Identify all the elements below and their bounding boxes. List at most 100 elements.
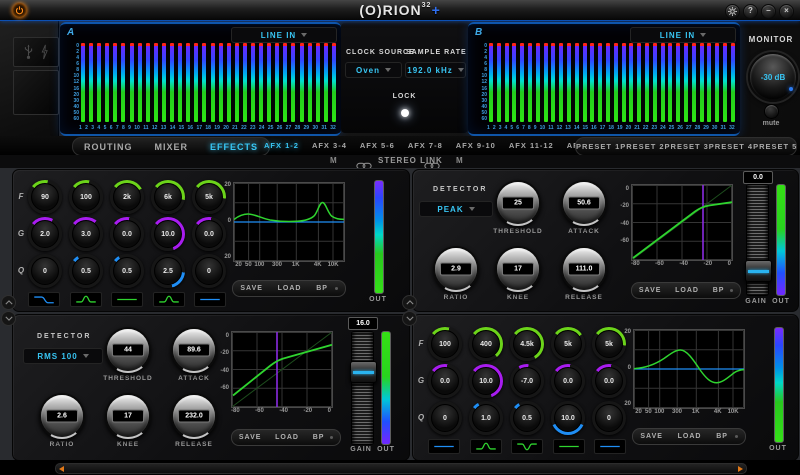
eq-knob[interactable]: 10.0: [551, 401, 585, 435]
filter-shape-lowpass-icon[interactable]: [28, 292, 60, 307]
eq-knob[interactable]: 10.0: [151, 217, 185, 251]
help-button[interactable]: ?: [743, 4, 758, 19]
eq-knob[interactable]: 0: [428, 401, 462, 435]
scroll-left-arrow-icon[interactable]: [59, 466, 64, 472]
power-button[interactable]: [12, 3, 27, 18]
gain-fader[interactable]: [745, 184, 772, 296]
filter-shape-flat-icon[interactable]: [194, 292, 226, 307]
eq-knob[interactable]: 0: [28, 254, 62, 288]
tab-afx-9-10[interactable]: AFX 9-10: [456, 141, 496, 150]
tab-preset-5[interactable]: PRESET 5: [753, 142, 797, 151]
settings-button[interactable]: [725, 4, 740, 19]
knee-knob[interactable]: 17 KNEE: [483, 246, 553, 301]
load-button[interactable]: LOAD: [278, 285, 302, 292]
load-button[interactable]: LOAD: [275, 434, 299, 441]
bypass-button[interactable]: BP: [316, 285, 328, 292]
chevron-down-icon: [301, 33, 308, 37]
tab-routing[interactable]: ROUTING: [84, 142, 133, 152]
eq-knob[interactable]: 100: [69, 180, 103, 214]
bypass-button[interactable]: BP: [713, 287, 725, 294]
eq-knob[interactable]: 2k: [110, 180, 144, 214]
tab-preset-4[interactable]: PRESET 4: [709, 142, 753, 151]
collapse-panel-button[interactable]: [402, 295, 417, 310]
horizontal-scrollbar[interactable]: [55, 463, 747, 474]
meter-a-input-select[interactable]: LINE IN: [231, 27, 337, 43]
detector-select[interactable]: RMS 100: [23, 348, 103, 364]
scroll-right-arrow-icon[interactable]: [738, 466, 743, 472]
eq-knob[interactable]: 1.0: [469, 401, 503, 435]
save-button[interactable]: SAVE: [640, 433, 663, 440]
eq-knob[interactable]: 3.0: [69, 217, 103, 251]
tab-afx-5-6[interactable]: AFX 5-6: [360, 141, 395, 150]
save-button[interactable]: SAVE: [240, 285, 263, 292]
release-knob[interactable]: 232.0 RELEASE: [159, 393, 229, 448]
tab-mixer[interactable]: MIXER: [154, 142, 188, 152]
tab-preset-1[interactable]: PRESET 1: [576, 142, 620, 151]
tab-afx-1-2[interactable]: AFX 1-2: [264, 141, 299, 150]
save-button[interactable]: SAVE: [639, 287, 662, 294]
bypass-button[interactable]: BP: [716, 433, 728, 440]
eq-knob[interactable]: 2.5: [151, 254, 185, 288]
load-button[interactable]: LOAD: [678, 433, 702, 440]
threshold-knob[interactable]: 44 THRESHOLD: [93, 327, 163, 382]
eq-knob[interactable]: 10.0: [469, 364, 503, 398]
filter-shape-bell-icon[interactable]: [69, 292, 102, 307]
clock-source-select[interactable]: Oven: [345, 62, 402, 78]
monitor-volume-knob[interactable]: -30 dB: [748, 52, 798, 102]
threshold-knob[interactable]: 25 THRESHOLD: [483, 180, 553, 235]
bypass-led: [330, 436, 334, 439]
gain-fader-handle[interactable]: [745, 259, 772, 282]
mute-button[interactable]: [764, 104, 779, 119]
eq-response-graph: [233, 182, 345, 262]
tab-afx-7-8[interactable]: AFX 7-8: [408, 141, 443, 150]
ratio-knob[interactable]: 2.9 RATIO: [421, 246, 491, 301]
filter-shape-flat-icon[interactable]: [552, 439, 585, 454]
eq-knob[interactable]: 0.5: [69, 254, 103, 288]
meter-bar: [644, 43, 649, 122]
eq-knob[interactable]: 0.0: [110, 217, 144, 251]
filter-shape-flat-icon[interactable]: [111, 292, 143, 307]
eq-knob[interactable]: 6k: [151, 180, 185, 214]
ratio-knob[interactable]: 2.6 RATIO: [27, 393, 97, 448]
sample-rate-select[interactable]: 192.0 kHz: [405, 62, 466, 78]
tab-effects[interactable]: EFFECTS: [210, 142, 258, 152]
detector-select[interactable]: PEAK: [419, 201, 493, 217]
expand-panel-button[interactable]: [402, 311, 417, 326]
eq-knob[interactable]: 0.5: [110, 254, 144, 288]
mute-channel-a-button[interactable]: M: [330, 156, 337, 165]
gain-fader-handle[interactable]: [350, 361, 377, 384]
expand-panel-button[interactable]: [1, 311, 16, 326]
tab-preset-2[interactable]: PRESET 2: [620, 142, 664, 151]
eq-row-label-frequency: F: [18, 192, 24, 201]
tab-preset-3[interactable]: PRESET 3: [665, 142, 709, 151]
eq-knob[interactable]: 5k: [551, 327, 585, 361]
eq-knob[interactable]: 0.0: [428, 364, 462, 398]
knee-knob[interactable]: 17 KNEE: [93, 393, 163, 448]
filter-shape-flat-icon[interactable]: [594, 439, 626, 454]
eq-knob[interactable]: -7.0: [510, 364, 544, 398]
tab-afx-11-12[interactable]: AFX 11-12: [509, 141, 554, 150]
filter-shape-bell-icon[interactable]: [152, 292, 185, 307]
tab-afx-3-4[interactable]: AFX 3-4: [312, 141, 347, 150]
minimize-button[interactable]: –: [761, 4, 776, 19]
meter-b-input-select[interactable]: LINE IN: [630, 27, 736, 43]
mute-channel-b-button[interactable]: M: [456, 156, 463, 165]
bypass-button[interactable]: BP: [313, 434, 325, 441]
eq-knob[interactable]: 4.5k: [510, 327, 544, 361]
release-knob[interactable]: 111.0 RELEASE: [549, 246, 619, 301]
gain-fader[interactable]: [350, 331, 377, 445]
attack-knob[interactable]: 50.6 ATTACK: [549, 180, 619, 235]
load-button[interactable]: LOAD: [675, 287, 699, 294]
save-button[interactable]: SAVE: [239, 434, 262, 441]
eq-knob[interactable]: 0.5: [510, 401, 544, 435]
collapse-panel-button[interactable]: [1, 295, 16, 310]
filter-shape-bell-icon[interactable]: [469, 439, 502, 454]
close-button[interactable]: ×: [779, 4, 794, 19]
eq-knob[interactable]: 90: [28, 180, 62, 214]
eq-knob[interactable]: 0.0: [551, 364, 585, 398]
eq-knob[interactable]: 100: [428, 327, 462, 361]
eq-knob[interactable]: 400: [469, 327, 503, 361]
filter-shape-flat-icon[interactable]: [428, 439, 460, 454]
filter-shape-notch-icon[interactable]: [511, 439, 543, 454]
eq-knob[interactable]: 2.0: [28, 217, 62, 251]
